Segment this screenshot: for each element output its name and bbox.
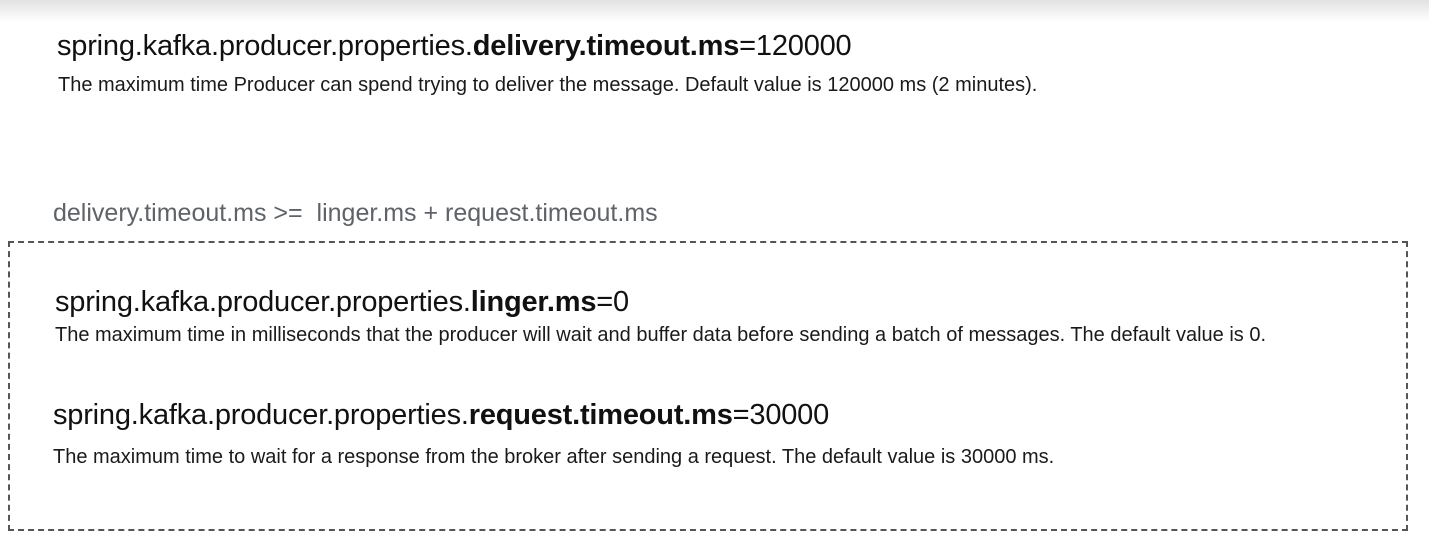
property-key: request.timeout.ms [468, 399, 733, 431]
top-shadow [0, 0, 1429, 22]
request-timeout-description: The maximum time to wait for a response … [53, 446, 1055, 468]
linger-ms-property: spring.kafka.producer.properties.linger.… [55, 285, 629, 319]
delivery-timeout-property: spring.kafka.producer.properties.deliver… [57, 29, 852, 63]
property-value: =30000 [732, 399, 830, 431]
property-key: linger.ms [470, 286, 597, 318]
timeout-formula: delivery.timeout.ms >= linger.ms + reque… [53, 199, 658, 227]
property-prefix: spring.kafka.producer.properties. [55, 286, 471, 318]
property-prefix: spring.kafka.producer.properties. [57, 30, 473, 62]
delivery-timeout-description: The maximum time Producer can spend tryi… [58, 74, 1038, 96]
property-prefix: spring.kafka.producer.properties. [53, 399, 469, 431]
property-key: delivery.timeout.ms [472, 30, 740, 62]
request-timeout-property: spring.kafka.producer.properties.request… [53, 398, 829, 432]
linger-ms-description: The maximum time in milliseconds that th… [55, 324, 1267, 346]
property-value: =120000 [739, 30, 852, 62]
property-value: =0 [596, 286, 629, 318]
